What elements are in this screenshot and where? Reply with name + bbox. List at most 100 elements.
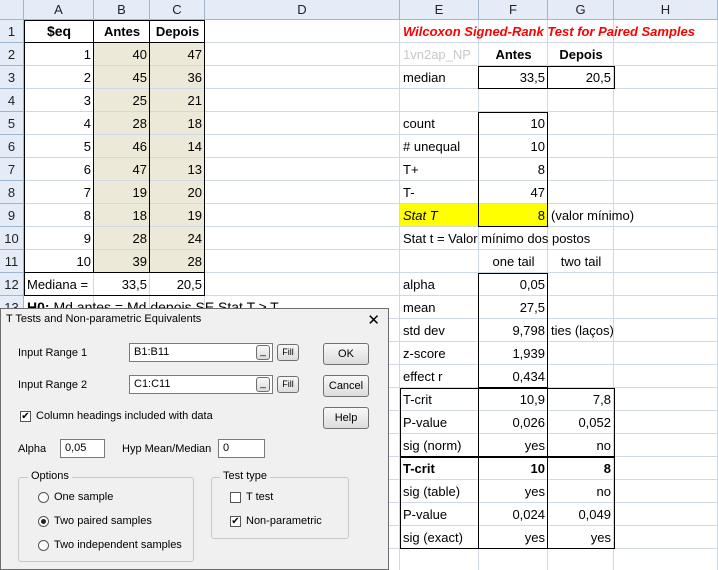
row-header-8[interactable]: 8 xyxy=(0,181,24,204)
column-header-c[interactable]: C xyxy=(150,0,205,20)
cell-e7[interactable]: T+ xyxy=(400,158,479,181)
cell-c2[interactable]: 47 xyxy=(150,43,205,66)
cell-c11[interactable]: 28 xyxy=(150,250,205,273)
cell-f12[interactable]: 0,05 xyxy=(479,273,548,296)
cell-e3[interactable]: median xyxy=(400,66,479,89)
cell-g9[interactable]: (valor mínimo) xyxy=(548,204,634,227)
cell-f3[interactable]: 33,5 xyxy=(479,66,548,89)
cell-e9[interactable]: Stat T xyxy=(400,204,479,227)
cell-a9[interactable]: 8 xyxy=(24,204,94,227)
row-header-3[interactable]: 3 xyxy=(0,66,24,89)
cell-a4[interactable]: 3 xyxy=(24,89,94,112)
column-header-e[interactable]: E xyxy=(400,0,479,20)
column-header-g[interactable]: G xyxy=(548,0,614,20)
cell-b9[interactable]: 18 xyxy=(94,204,150,227)
cell-b4[interactable]: 25 xyxy=(94,89,150,112)
row-header-12[interactable]: 12 xyxy=(0,273,24,296)
row-header-11[interactable]: 11 xyxy=(0,250,24,273)
cell-e17[interactable]: T-crit xyxy=(400,388,479,411)
cell-e22[interactable]: P-value xyxy=(400,503,479,526)
close-icon[interactable]: ✕ xyxy=(367,311,380,329)
cell-e13[interactable]: mean xyxy=(400,296,479,319)
cell-a10[interactable]: 9 xyxy=(24,227,94,250)
cell-c4[interactable]: 21 xyxy=(150,89,205,112)
cell-f14[interactable]: 9,798 xyxy=(479,319,548,342)
cell-e19[interactable]: sig (norm) xyxy=(400,434,479,457)
range-2-collapse-button[interactable]: _ xyxy=(256,377,270,392)
cell-c1[interactable]: Depois xyxy=(150,20,205,43)
range-1-collapse-button[interactable]: _ xyxy=(256,345,270,360)
row-header-10[interactable]: 10 xyxy=(0,227,24,250)
cell-f7[interactable]: 8 xyxy=(479,158,548,181)
alpha-field[interactable]: 0,05 xyxy=(60,439,105,458)
cell-f17[interactable]: 10,9 xyxy=(479,388,548,411)
non-parametric-checkbox[interactable]: ✔ xyxy=(230,516,241,527)
cell-b6[interactable]: 46 xyxy=(94,135,150,158)
cell-b8[interactable]: 19 xyxy=(94,181,150,204)
input-range-2-field[interactable]: C1:C11 xyxy=(129,375,273,394)
row-header-1[interactable]: 1 xyxy=(0,20,24,43)
cell-g14[interactable]: ties (laços) xyxy=(548,319,614,342)
cell-e14[interactable]: std dev xyxy=(400,319,479,342)
cell-e8[interactable]: T- xyxy=(400,181,479,204)
cell-b5[interactable]: 28 xyxy=(94,112,150,135)
cell-g11[interactable]: two tail xyxy=(548,250,614,273)
cell-c10[interactable]: 24 xyxy=(150,227,205,250)
hyp-mean-median-field[interactable]: 0 xyxy=(218,439,265,458)
cell-c8[interactable]: 20 xyxy=(150,181,205,204)
cell-g18[interactable]: 0,052 xyxy=(548,411,614,434)
cell-a8[interactable]: 7 xyxy=(24,181,94,204)
cell-f11[interactable]: one tail xyxy=(479,250,548,273)
cell-b1[interactable]: Antes xyxy=(94,20,150,43)
cancel-button[interactable]: Cancel xyxy=(323,375,369,397)
row-header-2[interactable]: 2 xyxy=(0,43,24,66)
cell-f5[interactable]: 10 xyxy=(479,112,548,135)
column-header-h[interactable]: H xyxy=(614,0,718,20)
cell-g19[interactable]: no xyxy=(548,434,614,457)
column-header-f[interactable]: F xyxy=(479,0,548,20)
two-paired-samples-radio[interactable] xyxy=(38,516,49,527)
cell-a1[interactable]: $eq xyxy=(24,20,94,43)
one-sample-radio[interactable] xyxy=(38,492,49,503)
cell-c9[interactable]: 19 xyxy=(150,204,205,227)
cell-a7[interactable]: 6 xyxy=(24,158,94,181)
cell-f16[interactable]: 0,434 xyxy=(479,365,548,388)
cell-b2[interactable]: 40 xyxy=(94,43,150,66)
cell-b7[interactable]: 47 xyxy=(94,158,150,181)
cell-f9[interactable]: 8 xyxy=(479,204,548,227)
cell-c12[interactable]: 20,5 xyxy=(150,273,205,296)
fill-1-button[interactable]: Fill xyxy=(277,344,299,361)
ok-button[interactable]: OK xyxy=(323,343,369,365)
column-header-d[interactable]: D xyxy=(205,0,400,20)
cell-e16[interactable]: effect r xyxy=(400,365,479,388)
row-header-9[interactable]: 9 xyxy=(0,204,24,227)
fill-2-button[interactable]: Fill xyxy=(277,376,299,393)
help-button[interactable]: Help xyxy=(323,407,369,429)
cell-e15[interactable]: z-score xyxy=(400,342,479,365)
cell-f23[interactable]: yes xyxy=(479,526,548,549)
column-header-a[interactable]: A xyxy=(24,0,94,20)
column-headings-checkbox[interactable]: ✔ xyxy=(20,411,31,422)
cell-f8[interactable]: 47 xyxy=(479,181,548,204)
cell-e1[interactable]: Wilcoxon Signed-Rank Test for Paired Sam… xyxy=(400,20,695,43)
row-header-4[interactable]: 4 xyxy=(0,89,24,112)
cell-b3[interactable]: 45 xyxy=(94,66,150,89)
cell-f18[interactable]: 0,026 xyxy=(479,411,548,434)
cell-a12[interactable]: Mediana = xyxy=(24,273,94,296)
cell-e12[interactable]: alpha xyxy=(400,273,479,296)
cell-f22[interactable]: 0,024 xyxy=(479,503,548,526)
cell-g23[interactable]: yes xyxy=(548,526,614,549)
cell-e2[interactable]: 1vn2ap_NP xyxy=(400,43,479,66)
cell-f13[interactable]: 27,5 xyxy=(479,296,548,319)
cell-f2[interactable]: Antes xyxy=(479,43,548,66)
cell-a5[interactable]: 4 xyxy=(24,112,94,135)
cell-g20[interactable]: 8 xyxy=(548,457,614,480)
cell-e23[interactable]: sig (exact) xyxy=(400,526,479,549)
cell-a11[interactable]: 10 xyxy=(24,250,94,273)
cell-f15[interactable]: 1,939 xyxy=(479,342,548,365)
cell-e21[interactable]: sig (table) xyxy=(400,480,479,503)
two-independent-samples-radio[interactable] xyxy=(38,540,49,551)
row-header-5[interactable]: 5 xyxy=(0,112,24,135)
cell-a3[interactable]: 2 xyxy=(24,66,94,89)
row-header-7[interactable]: 7 xyxy=(0,158,24,181)
